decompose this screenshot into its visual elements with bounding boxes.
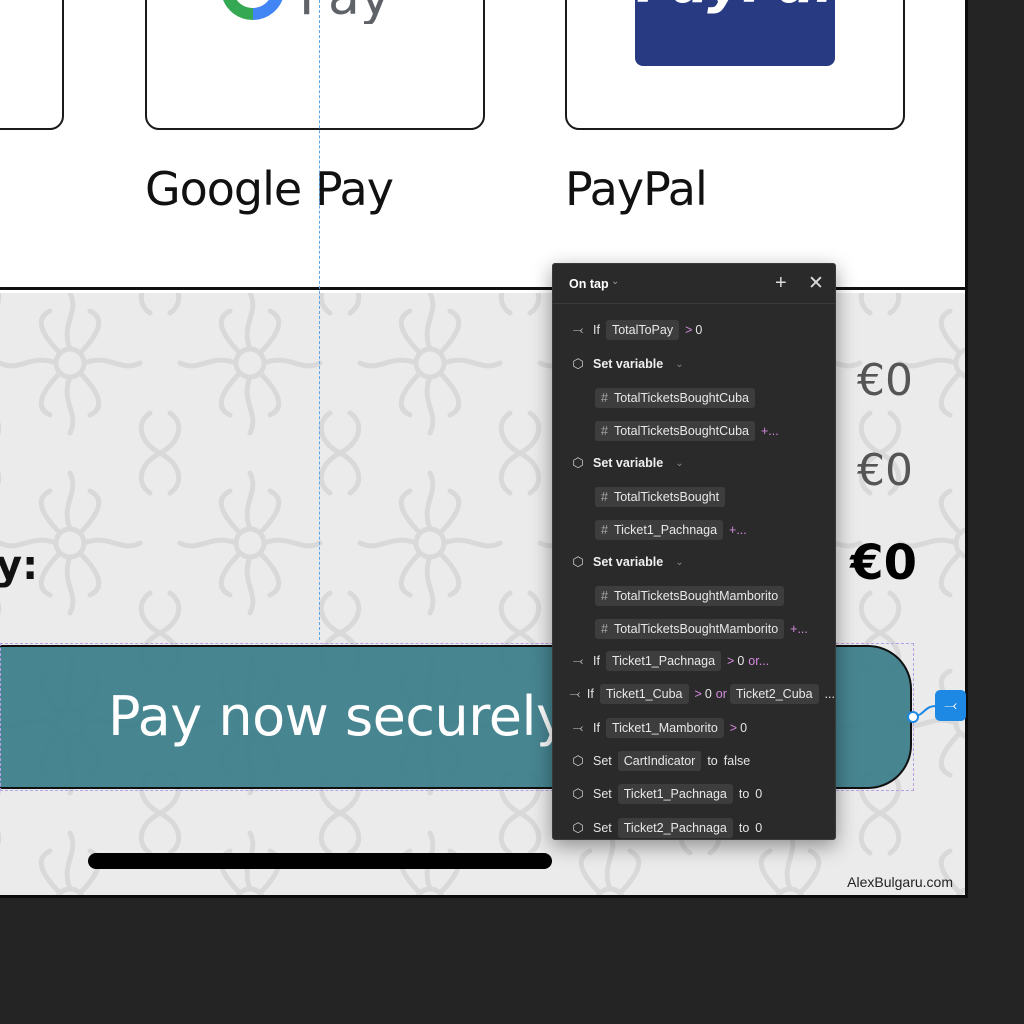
action-row-if[interactable]: ⤙ If Ticket1_Cuba > 0 or Ticket2_Cuba ..… — [553, 682, 835, 706]
total-price: €0 — [850, 535, 917, 591]
paypal-logo-text: PayPal — [635, 0, 835, 15]
pay-now-button-label: Pay now securely — [108, 685, 568, 748]
home-indicator — [88, 853, 552, 869]
action-row-set-variable[interactable]: ⬡ Set variable ⌄ — [553, 451, 835, 475]
hexagon-icon: ⬡ — [572, 753, 584, 768]
action-row-if[interactable]: ⤙ If Ticket1_Pachnaga > 0 or... — [553, 649, 835, 673]
action-row-set[interactable]: ⬡ Set CartIndicator to false — [553, 749, 835, 773]
paypal-label: PayPal — [565, 162, 708, 216]
close-icon[interactable]: ✕ — [808, 272, 824, 295]
paypal-logo-icon: PayPal — [635, 0, 835, 66]
hexagon-icon: ⬡ — [572, 820, 584, 835]
google-pay-label: Google Pay — [145, 162, 394, 216]
hash-icon: # — [601, 424, 608, 438]
hash-icon: # — [601, 589, 608, 603]
layout-guide-line — [319, 0, 320, 640]
variable-row[interactable]: # TotalTicketsBoughtMamborito — [553, 584, 835, 608]
connector-handle[interactable] — [907, 711, 919, 723]
trigger-dropdown[interactable]: On tap — [569, 277, 609, 291]
hexagon-icon: ⬡ — [572, 356, 584, 371]
branch-icon: ⤙ — [569, 686, 581, 701]
expression-row[interactable]: # TotalTicketsBoughtMamborito +... — [553, 617, 835, 641]
interaction-panel: On tap ⌄ + ✕ ⤙ If TotalToPay > 0 ⬡ Set v… — [552, 263, 836, 840]
gpay-logo-text: Pay — [299, 0, 391, 24]
hexagon-icon: ⬡ — [572, 786, 584, 801]
hash-icon: # — [601, 490, 608, 504]
subtotal-price-2: €0 — [857, 445, 913, 496]
action-row-if[interactable]: ⤙ If TotalToPay > 0 — [553, 318, 835, 342]
variable-pill[interactable]: Ticket1_Cuba — [599, 684, 689, 704]
variable-pill[interactable]: Ticket1_Pachnaga — [605, 651, 722, 671]
watermark-text: AlexBulgaru.com — [847, 874, 953, 890]
hash-icon: # — [601, 622, 608, 636]
hash-icon: # — [601, 391, 608, 405]
action-row-set[interactable]: ⬡ Set Ticket1_Pachnaga to 0 — [553, 782, 835, 806]
variable-pill[interactable]: CartIndicator — [617, 751, 702, 771]
action-row-if[interactable]: ⤙ If Ticket1_Mamborito > 0 — [553, 716, 835, 740]
variable-row[interactable]: # TotalTicketsBought — [553, 485, 835, 509]
payment-card-partial[interactable] — [0, 0, 64, 130]
chevron-down-icon[interactable]: ⌄ — [675, 557, 683, 568]
add-icon[interactable]: + — [775, 272, 787, 295]
expression-row[interactable]: # TotalTicketsBoughtCuba +... — [553, 419, 835, 443]
payment-methods-section: Pay PayPal Google Pay PayPal — [0, 0, 965, 290]
chevron-down-icon[interactable]: ⌄ — [675, 359, 683, 370]
hexagon-icon: ⬡ — [572, 455, 584, 470]
hash-icon: # — [601, 523, 608, 537]
variable-pill[interactable]: Ticket2_Pachnaga — [617, 818, 733, 838]
action-row-set[interactable]: ⬡ Set Ticket2_Pachnaga to 0 — [553, 816, 835, 839]
action-row-set-variable[interactable]: ⬡ Set variable ⌄ — [553, 352, 835, 376]
variable-pill[interactable]: Ticket2_Cuba — [729, 684, 819, 704]
branch-icon: ⤙ — [572, 322, 584, 337]
total-label: y: — [0, 543, 39, 589]
variable-pill[interactable]: TotalToPay — [605, 320, 680, 340]
variable-pill[interactable]: Ticket1_Mamborito — [605, 718, 724, 738]
variable-row[interactable]: # TotalTicketsBoughtCuba — [553, 386, 835, 410]
interaction-branch-icon[interactable]: ⤙ — [935, 690, 966, 721]
chevron-down-icon[interactable]: ⌄ — [611, 276, 619, 287]
variable-pill[interactable]: Ticket1_Pachnaga — [617, 784, 733, 804]
branch-icon: ⤙ — [572, 720, 584, 735]
chevron-down-icon[interactable]: ⌄ — [675, 458, 683, 469]
paypal-card[interactable]: PayPal — [565, 0, 905, 130]
hexagon-icon: ⬡ — [572, 554, 584, 569]
google-pay-card[interactable]: Pay — [145, 0, 485, 130]
action-row-set-variable[interactable]: ⬡ Set variable ⌄ — [553, 550, 835, 574]
panel-header: On tap ⌄ + ✕ — [553, 264, 835, 304]
branch-icon: ⤙ — [572, 653, 584, 668]
expression-row[interactable]: # Ticket1_Pachnaga +... — [553, 518, 835, 542]
subtotal-price-1: €0 — [857, 355, 913, 406]
google-g-icon: Pay — [217, 0, 417, 24]
